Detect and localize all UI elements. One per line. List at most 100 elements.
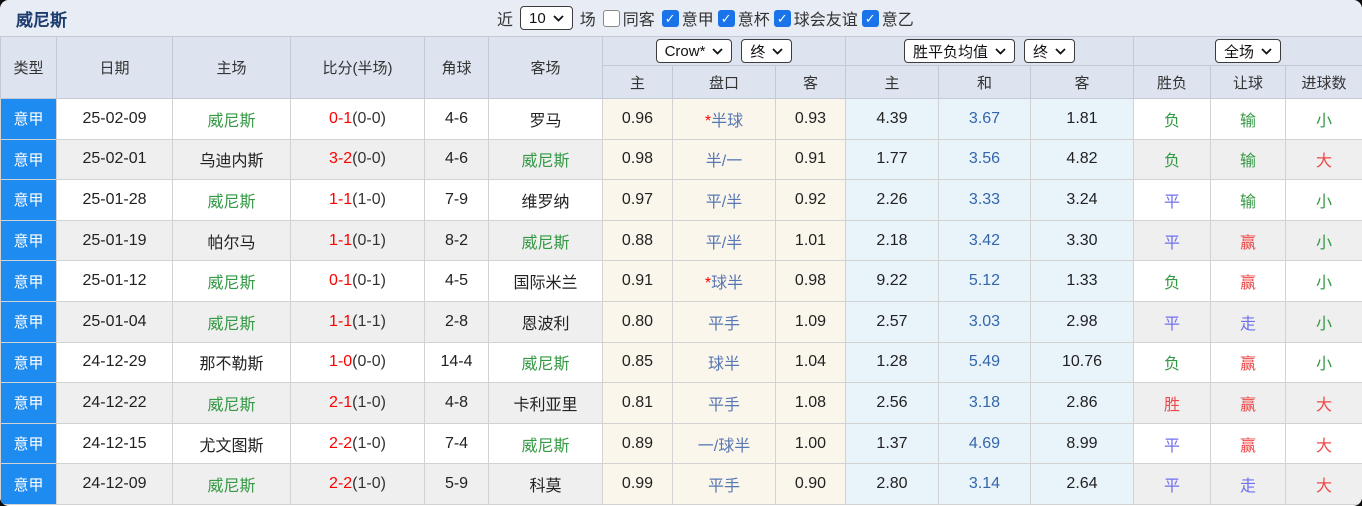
away-team[interactable]: 维罗纳 xyxy=(488,179,603,221)
home-team[interactable]: 尤文图斯 xyxy=(172,422,291,465)
away-team[interactable]: 恩波利 xyxy=(488,300,603,343)
result-wdl: 平 xyxy=(1133,463,1211,505)
home-team[interactable]: 威尼斯 xyxy=(172,382,291,424)
away-team[interactable]: 卡利亚里 xyxy=(488,382,603,424)
result-goals: 小 xyxy=(1284,260,1362,302)
fulltime-score: 1-1 xyxy=(329,231,353,249)
table-row: 意甲 24-12-09 威尼斯 2-2(1-0) 5-9 科莫 0.99 平手 … xyxy=(0,463,1362,505)
halftime-score: (0-0) xyxy=(352,353,386,371)
league-checkbox-group: 同客 ✓ 意甲 ✓ 意杯 ✓ 球会友谊 ✓ 意乙 xyxy=(602,6,914,30)
result-wdl: 平 xyxy=(1133,219,1211,262)
table-row: 意甲 25-02-09 威尼斯 0-1(0-0) 4-6 罗马 0.96 *半球… xyxy=(0,98,1362,140)
result-goals: 小 xyxy=(1284,300,1362,343)
odds-company-select[interactable]: Crow* xyxy=(655,39,733,63)
scope-select[interactable]: 全场 xyxy=(1215,39,1282,63)
home-team[interactable]: 帕尔马 xyxy=(172,219,291,262)
col-header-away: 客场 xyxy=(488,36,603,99)
crow-away-odds: 1.01 xyxy=(775,219,846,262)
handicap-line: 平手 xyxy=(672,300,776,343)
result-goals: 大 xyxy=(1284,382,1362,424)
league-badge: 意甲 xyxy=(0,98,57,140)
avg-draw-odds: 3.67 xyxy=(938,98,1031,140)
fulltime-score: 0-1 xyxy=(329,272,353,290)
league-filter-checkbox[interactable]: ✓ 意乙 xyxy=(861,6,914,30)
match-date: 24-12-29 xyxy=(56,341,173,384)
league-filter-checkbox[interactable]: ✓ 意杯 xyxy=(717,6,770,30)
score-cell: 1-1(1-1) xyxy=(290,300,425,343)
avg-draw-odds: 4.69 xyxy=(938,422,1031,465)
halftime-score: (0-0) xyxy=(352,109,386,127)
crow-away-odds: 0.93 xyxy=(775,98,846,140)
match-date: 24-12-15 xyxy=(56,422,173,465)
result-handicap: 输 xyxy=(1210,98,1286,140)
avg-time-select[interactable]: 终 xyxy=(1024,39,1076,63)
result-goals: 大 xyxy=(1284,138,1362,181)
handicap-line: *球半 xyxy=(672,260,776,302)
col-header-date: 日期 xyxy=(56,36,173,99)
subheader-let: 让球 xyxy=(1210,65,1286,99)
league-filter-checkbox[interactable]: ✓ 球会友谊 xyxy=(773,6,858,30)
league-filter-checkbox[interactable]: 同客 xyxy=(602,6,655,30)
home-team[interactable]: 威尼斯 xyxy=(172,300,291,343)
checkbox-icon[interactable]: ✓ xyxy=(717,9,735,27)
home-team[interactable]: 威尼斯 xyxy=(172,463,291,505)
fulltime-score: 2-1 xyxy=(329,393,353,411)
home-team[interactable]: 乌迪内斯 xyxy=(172,138,291,181)
crow-away-odds: 0.91 xyxy=(775,138,846,181)
home-team[interactable]: 威尼斯 xyxy=(172,98,291,140)
away-team[interactable]: 罗马 xyxy=(488,98,603,140)
away-team[interactable]: 威尼斯 xyxy=(488,138,603,181)
checkbox-icon[interactable]: ✓ xyxy=(773,9,791,27)
subheader-handicap: 盘口 xyxy=(672,65,776,99)
avg-draw-odds: 5.49 xyxy=(938,341,1031,384)
corner-count: 7-9 xyxy=(424,179,489,221)
avg-draw-odds: 3.03 xyxy=(938,300,1031,343)
away-team[interactable]: 科莫 xyxy=(488,463,603,505)
crow-away-odds: 0.98 xyxy=(775,260,846,302)
handicap-line: *半球 xyxy=(672,98,776,140)
avg-away-odds: 2.98 xyxy=(1030,300,1134,343)
handicap-line: 球半 xyxy=(672,341,776,384)
checkbox-label: 意乙 xyxy=(881,12,914,29)
checkbox-icon[interactable] xyxy=(602,9,620,27)
top-filter-bar: 威尼斯 近 10 场 同客 ✓ 意甲 ✓ 意杯 ✓ 球会友谊 ✓ 意乙 xyxy=(0,0,1362,36)
match-date: 25-02-09 xyxy=(56,98,173,140)
away-team[interactable]: 威尼斯 xyxy=(488,341,603,384)
crow-away-odds: 0.92 xyxy=(775,179,846,221)
chevron-down-icon xyxy=(995,47,1006,55)
away-team[interactable]: 威尼斯 xyxy=(488,219,603,262)
checkbox-icon[interactable]: ✓ xyxy=(861,9,879,27)
scope-header-cell: 全场 xyxy=(1132,36,1362,66)
checkbox-icon[interactable]: ✓ xyxy=(661,9,679,27)
away-team[interactable]: 威尼斯 xyxy=(488,422,603,465)
home-team[interactable]: 威尼斯 xyxy=(172,179,291,221)
match-date: 24-12-09 xyxy=(56,463,173,505)
table-row: 意甲 25-01-28 威尼斯 1-1(1-0) 7-9 维罗纳 0.97 平/… xyxy=(0,179,1362,221)
handicap-text: 平手 xyxy=(707,478,740,496)
score-cell: 2-2(1-0) xyxy=(290,463,425,505)
subheader-wdl: 胜负 xyxy=(1133,65,1211,99)
handicap-text: 平手 xyxy=(707,315,740,333)
home-team[interactable]: 威尼斯 xyxy=(172,260,291,302)
result-handicap: 赢 xyxy=(1210,341,1286,384)
avg-odds-header-cell: 胜平负均值 终 xyxy=(845,36,1134,66)
odds-time-select[interactable]: 终 xyxy=(741,39,793,63)
halftime-score: (0-1) xyxy=(352,231,386,249)
crow-home-odds: 0.81 xyxy=(602,382,673,424)
away-team[interactable]: 国际米兰 xyxy=(488,260,603,302)
avg-home-odds: 9.22 xyxy=(845,260,939,302)
handicap-line: 半/一 xyxy=(672,138,776,181)
avg-away-odds: 1.33 xyxy=(1030,260,1134,302)
result-goals: 小 xyxy=(1284,219,1362,262)
league-filter-checkbox[interactable]: ✓ 意甲 xyxy=(661,6,714,30)
avg-odds-select[interactable]: 胜平负均值 xyxy=(903,39,1015,63)
score-cell: 2-2(1-0) xyxy=(290,422,425,465)
col-header-type: 类型 xyxy=(0,36,57,99)
result-wdl: 平 xyxy=(1133,300,1211,343)
league-badge: 意甲 xyxy=(0,219,57,262)
avg-home-odds: 1.77 xyxy=(845,138,939,181)
avg-draw-odds: 3.18 xyxy=(938,382,1031,424)
match-count-select[interactable]: 10 xyxy=(520,6,573,30)
home-team[interactable]: 那不勒斯 xyxy=(172,341,291,384)
corner-count: 7-4 xyxy=(424,422,489,465)
